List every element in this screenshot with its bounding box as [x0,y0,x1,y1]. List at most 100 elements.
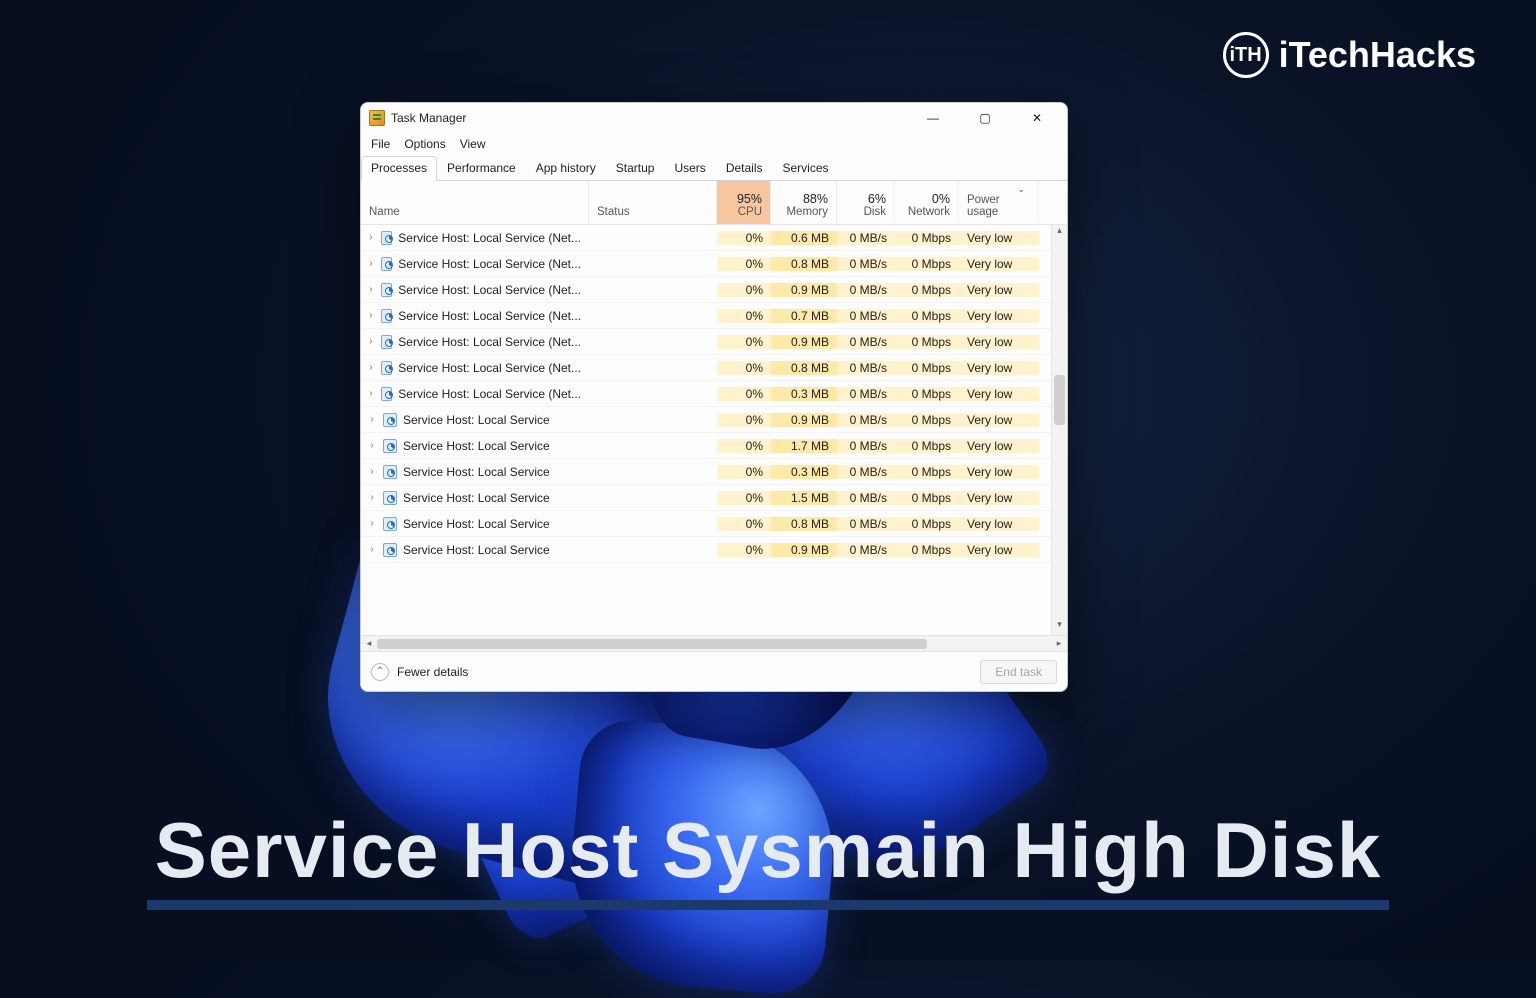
expand-chevron-icon[interactable]: › [367,440,377,451]
table-row[interactable]: ›Service Host: Local Service (Net...0%0.… [361,381,1067,407]
tab-processes[interactable]: Processes [361,156,437,181]
cell-network: 0 Mbps [895,517,959,531]
menu-options[interactable]: Options [404,137,445,151]
cell-cpu: 0% [717,257,771,271]
sort-chevron-icon: ⌄ [1017,184,1025,195]
cell-memory: 0.6 MB [771,231,837,245]
tab-startup[interactable]: Startup [606,156,665,181]
table-row[interactable]: ›Service Host: Local Service (Net...0%0.… [361,277,1067,303]
service-icon [383,517,397,531]
maximize-button[interactable]: ▢ [967,107,1003,129]
table-row[interactable]: ›Service Host: Local Service0%0.9 MB0 MB… [361,407,1067,433]
minimize-button[interactable]: — [915,107,951,129]
table-row[interactable]: ›Service Host: Local Service (Net...0%0.… [361,251,1067,277]
tab-users[interactable]: Users [664,156,715,181]
expand-chevron-icon[interactable]: › [367,336,375,347]
vertical-scrollbar[interactable]: ▴ ▾ [1051,225,1067,635]
col-header-network[interactable]: 0%Network [895,181,959,224]
menu-file[interactable]: File [371,137,390,151]
horizontal-scrollbar[interactable]: ◂ ▸ [361,635,1067,651]
col-header-power[interactable]: Power usage [959,181,1039,224]
col-header-status[interactable]: Status [589,181,717,224]
process-name: Service Host: Local Service (Net... [398,231,581,245]
scroll-up-icon[interactable]: ▴ [1052,225,1067,241]
cell-disk: 0 MB/s [837,517,895,531]
cell-disk: 0 MB/s [837,413,895,427]
cell-memory: 0.8 MB [771,361,837,375]
cell-cpu: 0% [717,387,771,401]
scroll-left-icon[interactable]: ◂ [361,638,377,649]
table-row[interactable]: ›Service Host: Local Service (Net...0%0.… [361,355,1067,381]
cell-memory: 0.9 MB [771,283,837,297]
process-table: Name Status ⌄ 95%CPU 88%Memory 6%Disk 0%… [361,181,1067,651]
service-icon [383,543,397,557]
service-icon [381,231,392,245]
close-icon: ✕ [1032,111,1042,125]
cell-power: Very low [959,231,1039,245]
table-row[interactable]: ›Service Host: Local Service0%1.7 MB0 MB… [361,433,1067,459]
process-name: Service Host: Local Service [403,465,550,479]
close-button[interactable]: ✕ [1019,107,1055,129]
expand-chevron-icon[interactable]: › [367,232,375,243]
hscroll-thumb[interactable] [377,639,927,649]
scroll-down-icon[interactable]: ▾ [1052,619,1067,635]
tab-app-history[interactable]: App history [526,156,606,181]
expand-chevron-icon[interactable]: › [367,544,377,555]
cell-memory: 0.3 MB [771,465,837,479]
titlebar[interactable]: Task Manager — ▢ ✕ [361,103,1067,133]
menu-view[interactable]: View [460,137,486,151]
table-row[interactable]: ›Service Host: Local Service (Net...0%0.… [361,303,1067,329]
footer-bar: ⌃ Fewer details End task [361,651,1067,691]
table-row[interactable]: › Service Host: Local Service (Net... 0%0.… [361,225,1067,251]
col-header-name[interactable]: Name [361,181,589,224]
expand-chevron-icon[interactable]: › [367,258,375,269]
expand-chevron-icon[interactable]: › [367,414,377,425]
cell-name: ›Service Host: Local Service [361,491,589,505]
expand-chevron-icon[interactable]: › [367,362,375,373]
scroll-right-icon[interactable]: ▸ [1051,638,1067,649]
process-name: Service Host: Local Service (Net... [398,283,581,297]
expand-chevron-icon[interactable]: › [367,284,375,295]
cell-disk: 0 MB/s [837,491,895,505]
tab-details[interactable]: Details [716,156,773,181]
expand-chevron-icon[interactable]: › [367,388,375,399]
table-row[interactable]: ›Service Host: Local Service0%0.8 MB0 MB… [361,511,1067,537]
fewer-details-icon[interactable]: ⌃ [371,663,389,681]
fewer-details-button[interactable]: Fewer details [397,665,468,679]
end-task-button[interactable]: End task [980,660,1057,684]
cell-network: 0 Mbps [895,491,959,505]
table-row[interactable]: ›Service Host: Local Service0%0.3 MB0 MB… [361,459,1067,485]
cell-memory: 0.9 MB [771,335,837,349]
cell-network: 0 Mbps [895,335,959,349]
col-header-cpu[interactable]: ⌄ 95%CPU [717,181,771,224]
expand-chevron-icon[interactable]: › [367,518,377,529]
service-icon [381,387,392,401]
task-manager-window: Task Manager — ▢ ✕ File Options View Pro… [360,102,1068,692]
cell-disk: 0 MB/s [837,231,895,245]
cell-memory: 0.9 MB [771,543,837,557]
col-header-disk[interactable]: 6%Disk [837,181,895,224]
col-header-memory[interactable]: 88%Memory [771,181,837,224]
cell-power: Very low [959,387,1039,401]
cell-disk: 0 MB/s [837,335,895,349]
cell-cpu: 0% [717,231,771,245]
menubar: File Options View [361,133,1067,155]
cell-network: 0 Mbps [895,231,959,245]
expand-chevron-icon[interactable]: › [367,492,377,503]
cell-disk: 0 MB/s [837,283,895,297]
table-row[interactable]: ›Service Host: Local Service (Net...0%0.… [361,329,1067,355]
expand-chevron-icon[interactable]: › [367,466,377,477]
table-row[interactable]: ›Service Host: Local Service0%1.5 MB0 MB… [361,485,1067,511]
brand-badge-icon: iTH [1223,32,1269,78]
maximize-icon: ▢ [979,111,990,125]
expand-chevron-icon[interactable]: › [367,310,375,321]
brand-name: iTechHacks [1279,34,1476,76]
cell-memory: 0.8 MB [771,517,837,531]
process-name: Service Host: Local Service (Net... [398,387,581,401]
cell-power: Very low [959,309,1039,323]
tab-performance[interactable]: Performance [437,156,526,181]
tab-services[interactable]: Services [773,156,839,181]
cell-network: 0 Mbps [895,543,959,557]
scroll-thumb[interactable] [1054,375,1065,425]
table-row[interactable]: ›Service Host: Local Service0%0.9 MB0 MB… [361,537,1067,563]
